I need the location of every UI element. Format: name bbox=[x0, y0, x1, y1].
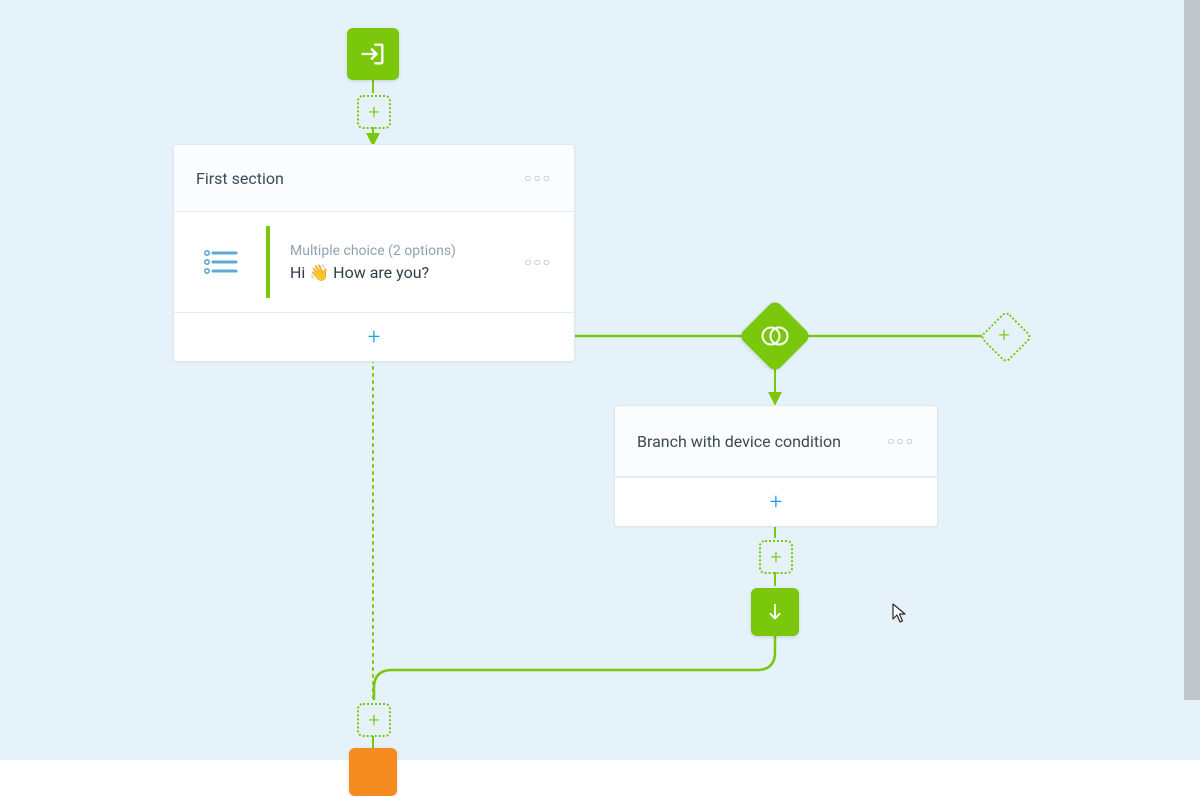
question-more-button[interactable]: ○○○ bbox=[524, 255, 552, 269]
start-node[interactable] bbox=[347, 28, 399, 80]
branch-add-question-button[interactable]: + bbox=[615, 477, 937, 526]
section-card[interactable]: First section ○○○ Multiple choice (2 opt… bbox=[173, 144, 575, 362]
merge-branch-node[interactable] bbox=[751, 588, 799, 636]
venn-icon bbox=[749, 310, 801, 362]
section-header: First section ○○○ bbox=[174, 145, 574, 212]
question-row[interactable]: Multiple choice (2 options) Hi 👋 How are… bbox=[174, 212, 574, 312]
workflow-canvas[interactable]: { "colors": { "accent_green": "#7ac70c",… bbox=[0, 0, 1200, 760]
branch-header: Branch with device condition ○○○ bbox=[615, 406, 937, 477]
branch-more-button[interactable]: ○○○ bbox=[887, 434, 915, 448]
add-step-button-2[interactable]: + bbox=[759, 540, 793, 574]
add-step-button-1[interactable]: + bbox=[357, 95, 391, 129]
cursor-icon bbox=[892, 603, 908, 625]
wave-emoji: 👋 bbox=[309, 263, 329, 282]
connectors-layer bbox=[0, 0, 1200, 760]
add-branch-button[interactable] bbox=[979, 310, 1033, 364]
arrow-down-icon bbox=[764, 601, 786, 623]
section-title: First section bbox=[196, 169, 284, 188]
next-section-node[interactable] bbox=[349, 748, 397, 796]
section-more-button[interactable]: ○○○ bbox=[524, 171, 552, 185]
vertical-scrollbar[interactable] bbox=[1184, 0, 1200, 700]
branch-title: Branch with device condition bbox=[637, 432, 841, 451]
add-step-button-3[interactable]: + bbox=[357, 703, 391, 737]
add-question-button[interactable]: + bbox=[174, 312, 574, 361]
enter-arrow-icon bbox=[359, 40, 387, 68]
question-body: Multiple choice (2 options) Hi 👋 How are… bbox=[270, 212, 574, 312]
list-icon bbox=[174, 212, 266, 312]
branch-card[interactable]: Branch with device condition ○○○ + bbox=[614, 405, 938, 527]
